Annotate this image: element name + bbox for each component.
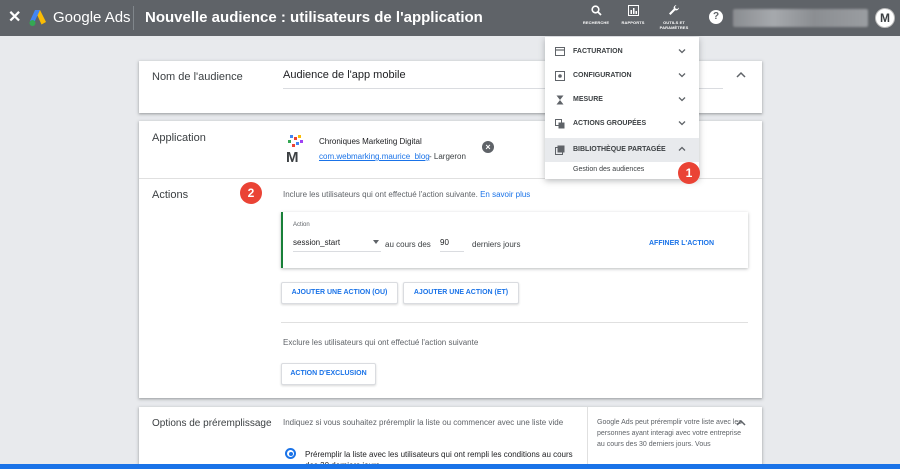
prefill-description: Indiquez si vous souhaitez préremplir la… xyxy=(283,418,564,427)
action-row-box: Action session_start au cours des 90 der… xyxy=(281,212,748,268)
chevron-down-icon xyxy=(678,70,686,80)
account-info-blurred[interactable] xyxy=(733,9,868,27)
menu-item-measurement[interactable]: MESURE xyxy=(545,88,699,112)
chevron-down-icon xyxy=(678,94,686,104)
bulk-actions-icon xyxy=(555,119,565,129)
inner-divider xyxy=(281,322,748,323)
menu-item-label: ACTIONS GROUPÉES xyxy=(573,120,647,127)
menu-item-bulk-actions[interactable]: ACTIONS GROUPÉES xyxy=(545,112,699,136)
audience-name-value: Audience de l'app mobile xyxy=(283,69,406,81)
tools-settings-label: OUTILS ET PARAMÈTRES xyxy=(659,20,689,30)
chevron-up-icon xyxy=(678,144,686,154)
menu-item-label: CONFIGURATION xyxy=(573,72,632,79)
learn-more-link[interactable]: En savoir plus xyxy=(480,190,530,199)
action-select-value: session_start xyxy=(293,238,341,247)
reports-tool-button[interactable]: RAPPORTS xyxy=(618,4,648,25)
search-icon xyxy=(581,4,611,20)
days-input[interactable]: 90 xyxy=(440,238,464,252)
tools-settings-button[interactable]: OUTILS ET PARAMÈTRES xyxy=(657,4,691,30)
app-logo-icon: M xyxy=(286,135,303,164)
wrench-icon xyxy=(657,4,691,20)
menu-item-setup[interactable]: CONFIGURATION xyxy=(545,64,699,88)
during-text: au cours des xyxy=(385,240,431,249)
refine-action-button[interactable]: AFFINER L'ACTION xyxy=(649,240,714,247)
prefill-options-card: Options de préremplissage Indiquez si vo… xyxy=(139,407,762,469)
exclude-helper-text: Exclure les utilisateurs qui ont effectu… xyxy=(283,338,479,347)
top-bar: ✕ Google Ads Nouvelle audience : utilisa… xyxy=(0,0,900,36)
shared-library-icon xyxy=(555,145,565,155)
include-helper-text: Inclure les utilisateurs qui ont effectu… xyxy=(283,190,530,199)
prefill-radio[interactable] xyxy=(285,448,296,459)
avatar[interactable]: M xyxy=(875,8,895,28)
header-divider xyxy=(133,6,134,30)
reports-icon xyxy=(618,4,648,20)
exclusion-action-button[interactable]: ACTION D'EXCLUSION xyxy=(281,363,376,385)
collapse-chevron-icon[interactable] xyxy=(736,71,746,82)
remove-app-icon[interactable]: × xyxy=(482,141,494,153)
days-value: 90 xyxy=(440,238,449,247)
menu-item-billing[interactable]: FACTURATION xyxy=(545,40,699,64)
app-name: Chroniques Marketing Digital xyxy=(319,137,422,146)
audience-name-label: Nom de l'audience xyxy=(152,71,243,83)
app-developer: - Largeron xyxy=(429,152,466,161)
page-title: Nouvelle audience : utilisateurs de l'ap… xyxy=(145,9,483,26)
add-action-and-button[interactable]: AJOUTER UNE ACTION (ET) xyxy=(403,282,519,304)
billing-icon xyxy=(555,47,565,57)
product-name: Google Ads xyxy=(53,9,131,26)
actions-label: Actions xyxy=(152,189,189,201)
side-note-text: Google Ads peut préremplir votre liste a… xyxy=(597,419,742,448)
collapse-chevron-icon[interactable] xyxy=(736,419,746,430)
action-field-label: Action xyxy=(293,222,310,228)
step-badge-1: 1 xyxy=(678,162,700,184)
measurement-icon xyxy=(555,95,565,105)
menu-item-shared-library[interactable]: BIBLIOTHÈQUE PARTAGÉE xyxy=(545,138,699,162)
application-label: Application xyxy=(152,132,206,144)
search-tool-button[interactable]: RECHERCHE xyxy=(581,4,611,25)
reports-tool-label: RAPPORTS xyxy=(621,20,645,25)
menu-item-label: BIBLIOTHÈQUE PARTAGÉE xyxy=(573,146,666,153)
action-select[interactable]: session_start xyxy=(293,238,381,252)
menu-item-label: MESURE xyxy=(573,96,603,103)
step-badge-2: 2 xyxy=(240,182,262,204)
app-id-link[interactable]: com.webmarking.maurice_blog xyxy=(319,152,430,161)
google-ads-logo-icon xyxy=(29,10,46,26)
days-suffix-text: derniers jours xyxy=(472,240,521,249)
include-text: Inclure les utilisateurs qui ont effectu… xyxy=(283,190,478,199)
chevron-down-icon xyxy=(678,46,686,56)
dropdown-arrow-icon xyxy=(373,240,379,244)
tools-menu: FACTURATION CONFIGURATION MESURE ACTIONS… xyxy=(545,37,699,179)
bottom-progress-bar xyxy=(0,464,900,469)
add-action-or-button[interactable]: AJOUTER UNE ACTION (OU) xyxy=(281,282,398,304)
prefill-side-note: Google Ads peut préremplir votre liste a… xyxy=(587,407,742,467)
setup-icon xyxy=(555,71,565,81)
menu-item-label: FACTURATION xyxy=(573,48,623,55)
search-tool-label: RECHERCHE xyxy=(582,20,610,25)
chevron-down-icon xyxy=(678,118,686,128)
help-icon[interactable]: ? xyxy=(709,10,723,24)
prefill-label: Options de préremplissage xyxy=(152,418,272,429)
svg-text:M: M xyxy=(286,149,299,164)
audience-manager-link[interactable]: Gestion des audiences xyxy=(573,166,644,173)
close-icon[interactable]: ✕ xyxy=(8,8,21,28)
